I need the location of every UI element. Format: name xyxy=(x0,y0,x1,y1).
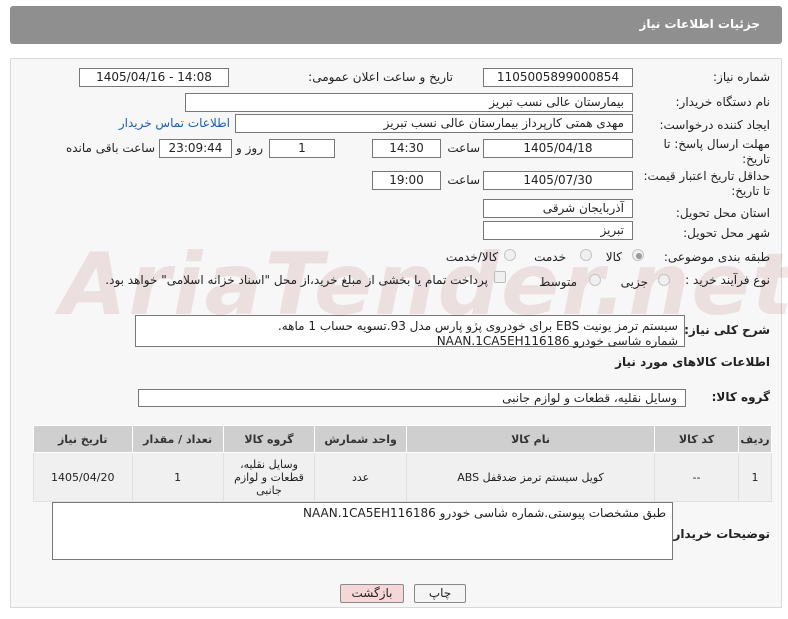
print-button[interactable]: چاپ xyxy=(414,584,466,603)
buyer-field: بیمارستان عالی نسب تبریز xyxy=(185,93,633,112)
city-label: شهر محل تحویل: xyxy=(683,226,770,240)
city-field: تبریز xyxy=(483,221,633,240)
category-option-goods: کالا xyxy=(605,250,622,264)
col-unit: واحد شمارش xyxy=(314,425,408,453)
description-line-2: شماره شاسی خودرو NAAN.1CA5EH116186 xyxy=(436,334,678,348)
validity-label-2: تا تاریخ: xyxy=(731,184,770,198)
goods-group-field: وسایل نقلیه، قطعات و لوازم جانبی xyxy=(138,389,686,407)
page-header: جزئیات اطلاعات نیاز xyxy=(10,6,782,44)
contact-info-link[interactable]: اطلاعات تماس خریدار xyxy=(119,116,230,130)
validity-date-field: 1405/07/30 xyxy=(483,171,633,190)
cell-date: 1405/04/20 xyxy=(33,452,133,502)
process-option-medium: متوسط xyxy=(539,275,577,289)
deadline-date-field: 1405/04/18 xyxy=(483,139,633,158)
cell-row: 1 xyxy=(738,452,772,502)
process-radio-minor[interactable] xyxy=(658,274,670,286)
process-radio-medium[interactable] xyxy=(589,274,601,286)
items-table: ردیف کد کالا نام کالا واحد شمارش گروه کا… xyxy=(33,425,772,502)
col-row: ردیف xyxy=(738,425,772,453)
description-line-1: سیستم ترمز یونیت EBS برای خودروی پژو پار… xyxy=(277,319,678,333)
days-label: روز و xyxy=(236,141,263,155)
category-radio-service[interactable] xyxy=(580,249,592,261)
days-field: 1 xyxy=(269,139,335,158)
col-group: گروه کالا xyxy=(222,425,316,453)
buyer-notes-label: توضیحات خریدار: xyxy=(668,527,770,541)
creator-field: مهدی همتی کارپرداز بیمارستان عالی نسب تب… xyxy=(235,114,633,133)
goods-info-title: اطلاعات کالاهای مورد نیاز xyxy=(615,355,770,369)
need-number-field: 1105005899000854 xyxy=(483,68,633,87)
items-table-wrap: ردیف کد کالا نام کالا واحد شمارش گروه کا… xyxy=(33,425,772,502)
payment-checkbox[interactable] xyxy=(494,271,506,283)
announce-label: تاریخ و ساعت اعلان عمومی: xyxy=(308,70,453,84)
remaining-time-field: 23:09:44 xyxy=(159,139,232,158)
deadline-time-label: ساعت xyxy=(447,141,480,155)
watermark-logo: AriaTender.net xyxy=(60,235,788,335)
cell-unit: عدد xyxy=(314,452,408,502)
col-date: تاریخ نیاز xyxy=(33,425,133,453)
process-option-minor: جزیی xyxy=(620,275,648,289)
back-button[interactable]: بازگشت xyxy=(340,584,404,603)
validity-time-field: 19:00 xyxy=(372,171,441,190)
description-textarea[interactable]: سیستم ترمز یونیت EBS برای خودروی پژو پار… xyxy=(135,315,685,348)
announce-field: 1405/04/16 - 14:08 xyxy=(79,68,229,87)
province-field: آذربایجان شرقی xyxy=(483,199,633,218)
buyer-label: نام دستگاه خریدار: xyxy=(675,95,771,109)
category-option-goods-service: کالا/خدمت xyxy=(445,250,498,264)
description-label: شرح کلی نیاز: xyxy=(684,323,770,337)
buyer-notes-text: طبق مشخصات پیوستی.شماره شاسی خودرو NAAN.… xyxy=(303,506,666,520)
cell-name: کویل سیستم ترمز ضدقفل ABS xyxy=(406,452,656,502)
cell-qty: 1 xyxy=(131,452,224,502)
payment-note: پرداخت تمام یا بخشی از مبلغ خرید،از محل … xyxy=(105,273,488,287)
category-radio-goods-service[interactable] xyxy=(504,249,516,261)
category-label: طبقه بندی موضوعی: xyxy=(663,250,770,264)
table-row: 1 -- کویل سیستم ترمز ضدقفل ABS عدد وسایل… xyxy=(33,452,772,502)
deadline-label-2: تاریخ: xyxy=(742,152,770,166)
col-qty: تعداد / مقدار xyxy=(131,425,224,453)
page-title: جزئیات اطلاعات نیاز xyxy=(639,17,760,31)
deadline-time-field: 14:30 xyxy=(372,139,441,158)
process-label: نوع فرآیند خرید : xyxy=(685,273,770,287)
creator-label: ایجاد کننده درخواست: xyxy=(659,118,770,132)
col-name: نام کالا xyxy=(406,425,656,453)
category-radio-goods[interactable] xyxy=(632,249,644,261)
goods-group-label: گروه کالا: xyxy=(711,390,770,404)
province-label: استان محل تحویل: xyxy=(675,206,770,220)
deadline-label-1: مهلت ارسال پاسخ: تا xyxy=(663,137,770,151)
category-option-service: خدمت xyxy=(534,250,566,264)
validity-label-1: حداقل تاریخ اعتبار قیمت: xyxy=(643,169,770,183)
validity-time-label: ساعت xyxy=(447,173,480,187)
cell-group: وسایل نقلیه، قطعات و لوازم جانبی xyxy=(222,452,316,502)
cell-code: -- xyxy=(654,452,740,502)
remaining-label: ساعت باقی مانده xyxy=(65,141,155,155)
buyer-notes-textarea[interactable]: طبق مشخصات پیوستی.شماره شاسی خودرو NAAN.… xyxy=(52,502,673,560)
need-number-label: شماره نیاز: xyxy=(713,70,770,84)
col-code: کد کالا xyxy=(654,425,740,453)
